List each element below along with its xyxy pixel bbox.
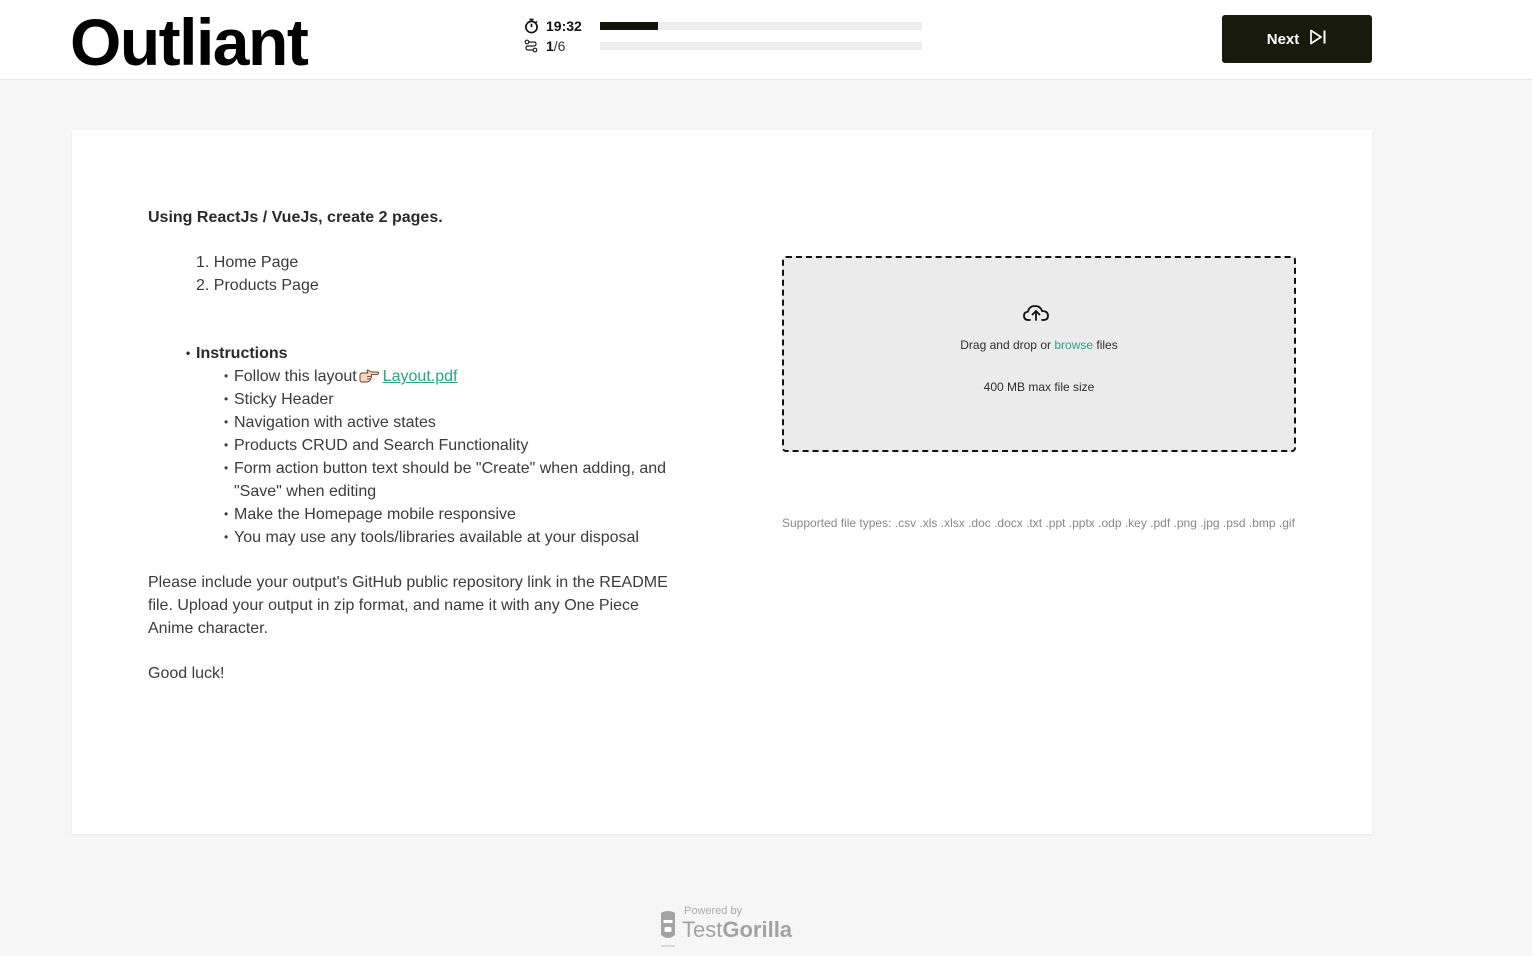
test-progress: 19:32 1/6 xyxy=(522,16,924,58)
closing-text: Good luck! xyxy=(148,665,225,682)
instruction-item: Navigation with active states xyxy=(224,411,668,434)
instruction-item-layout: Follow this layout Layout.pdf xyxy=(224,365,668,388)
cloud-upload-icon xyxy=(1022,302,1050,324)
powered-by-label: Powered by xyxy=(684,905,743,917)
stopwatch-icon xyxy=(522,17,540,35)
instruction-item: Make the Homepage mobile responsive xyxy=(224,503,668,526)
timer-text: 19:32 xyxy=(546,18,598,34)
company-logo: Outliant xyxy=(70,5,309,79)
top-header: Outliant 19:32 1/6 Next xyxy=(0,0,1532,80)
drag-drop-text: Drag and drop or xyxy=(960,338,1051,352)
brand-bold: Gorilla xyxy=(722,917,793,942)
repository-paragraph: Please include your output's GitHub publ… xyxy=(148,574,668,637)
timer-value: 19:32 xyxy=(546,18,582,34)
timer-progress-fill xyxy=(600,22,658,30)
next-button-label: Next xyxy=(1266,30,1300,48)
files-text: files xyxy=(1096,338,1118,352)
instruction-item: You may use any tools/libraries availabl… xyxy=(224,526,668,549)
instruction-item: Sticky Header xyxy=(224,388,668,411)
pointing-hand-icon xyxy=(359,367,379,383)
instructions-heading: Instructions xyxy=(186,342,668,365)
instruction-item: Products CRUD and Search Functionality xyxy=(224,434,668,457)
skip-forward-icon xyxy=(1309,29,1327,49)
instruction-item: Form action button text should be "Creat… xyxy=(224,457,668,503)
question-content: Using ReactJs / VueJs, create 2 pages. 1… xyxy=(148,206,668,685)
browse-link[interactable]: browse xyxy=(1054,338,1093,352)
gorilla-logo-icon xyxy=(658,910,678,948)
instructions-sublist: Follow this layout Layout.pdf Sticky Head… xyxy=(186,365,668,549)
instruction-follow-text: Follow this layout xyxy=(234,368,357,385)
brand-light: Test xyxy=(682,917,723,942)
page-item-home: 1. Home Page xyxy=(196,254,299,271)
question-total: /6 xyxy=(553,38,566,54)
page-item-products: 2. Products Page xyxy=(196,277,319,294)
question-current: 1 xyxy=(546,38,554,54)
question-card: Using ReactJs / VueJs, create 2 pages. 1… xyxy=(72,130,1372,834)
powered-by-footer: Powered by TestGorilla xyxy=(656,904,796,950)
question-title: Using ReactJs / VueJs, create 2 pages. xyxy=(148,209,443,226)
question-route-icon xyxy=(522,37,540,55)
max-file-size: 400 MB max file size xyxy=(983,380,1095,394)
instructions-list: Instructions Follow this layout Layout.pd… xyxy=(148,342,668,549)
timer-row: 19:32 xyxy=(522,16,924,36)
supported-file-types: Supported file types: .csv .xls .xlsx .d… xyxy=(782,516,1295,530)
dropzone-instructions: Drag and drop or browse files xyxy=(784,338,1294,352)
next-button[interactable]: Next xyxy=(1222,15,1372,63)
layout-pdf-link[interactable]: Layout.pdf xyxy=(383,368,458,385)
file-dropzone[interactable]: Drag and drop or browse files 400 MB max… xyxy=(782,256,1296,452)
question-progress-bar xyxy=(600,42,922,50)
pages-list: 1. Home Page 2. Products Page xyxy=(148,251,668,297)
testgorilla-wordmark: TestGorilla xyxy=(682,917,792,943)
timer-progress-bar xyxy=(600,22,922,30)
question-row: 1/6 xyxy=(522,36,924,56)
question-counter: 1/6 xyxy=(546,38,598,54)
